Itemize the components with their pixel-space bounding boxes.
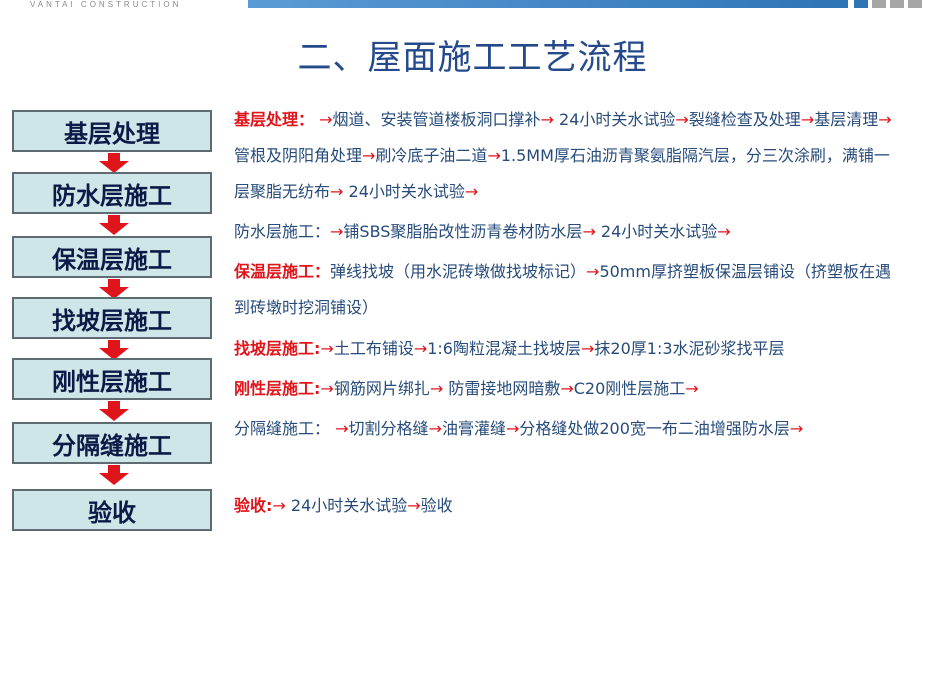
brand-name: VANTAI CONSTRUCTION xyxy=(30,0,182,9)
desc-yanshou: 验收:→ 24小时关水试验→验收 xyxy=(234,496,453,515)
header-square xyxy=(908,0,922,8)
desc-baowen: 保温层施工：弹线找坡（用水泥砖墩做找坡标记）→50mm厚挤塑板保温层铺设（挤塑板… xyxy=(234,262,891,317)
flow-arrow-icon xyxy=(99,279,129,299)
flow-step-fenge: 分隔缝施工 xyxy=(12,422,212,464)
flow-step-zhaopo: 找坡层施工 xyxy=(12,297,212,339)
page-title: 二、屋面施工工艺流程 xyxy=(297,38,648,78)
desc-jiceng: 基层处理： →烟道、安装管道楼板洞口撑补→ 24小时关水试验→裂缝检查及处理→基… xyxy=(234,110,892,201)
header-logo-area: VANTAI CONSTRUCTION xyxy=(0,0,236,10)
flow-step-yanshou: 验收 xyxy=(12,489,212,531)
flow-step-fangshui: 防水层施工 xyxy=(12,172,212,214)
desc-zhaopo: 找坡层施工:→土工布铺设→1:6陶粒混凝土找坡层→抹20厚1:3水泥砂浆找平层 xyxy=(234,339,785,358)
desc-fenge: 分隔缝施工： →切割分格缝→油膏灌缝→分格缝处做200宽一布二油增强防水层→ xyxy=(234,419,804,438)
flow-step-gangxing: 刚性层施工 xyxy=(12,358,212,400)
flow-step-baowen: 保温层施工 xyxy=(12,236,212,278)
desc-fangshui: 防水层施工：→铺SBS聚脂胎改性沥青卷材防水层→ 24小时关水试验→ xyxy=(234,222,731,241)
flow-arrow-icon xyxy=(99,153,129,173)
flow-arrow-icon xyxy=(99,465,129,485)
header-accent-bar xyxy=(248,0,848,8)
flow-arrow-icon xyxy=(99,340,129,360)
flow-arrow-icon xyxy=(99,401,129,421)
desc-gangxing: 刚性层施工:→钢筋网片绑扎→ 防雷接地网暗敷→C20刚性层施工→ xyxy=(234,379,699,398)
header-square xyxy=(854,0,868,8)
header-square xyxy=(890,0,904,8)
header-square xyxy=(872,0,886,8)
flow-arrow-icon xyxy=(99,215,129,235)
flow-step-jiceng: 基层处理 xyxy=(12,110,212,152)
